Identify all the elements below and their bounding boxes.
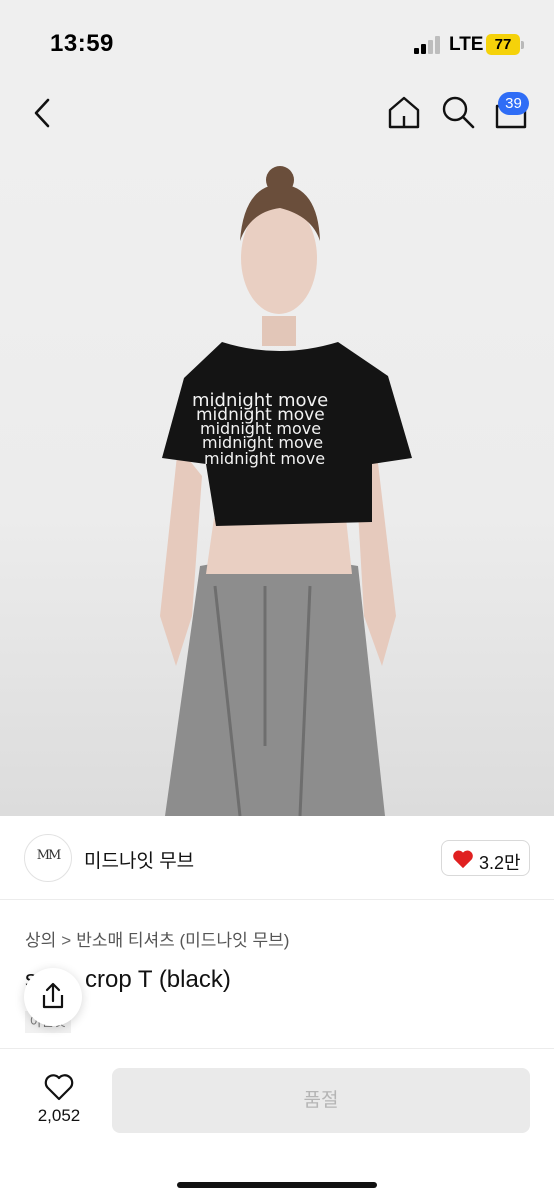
home-indicator bbox=[177, 1182, 377, 1188]
cart-count-badge: 39 bbox=[498, 92, 529, 115]
seller-logo-text: MM bbox=[36, 848, 62, 863]
seller-like-count: 3.2만 bbox=[479, 853, 521, 873]
wishlist-count: 2,052 bbox=[37, 1106, 81, 1125]
print-graphic: midnight move midnight move midnight mov… bbox=[192, 390, 328, 468]
signal-icon bbox=[414, 36, 442, 54]
seller-logo[interactable]: MM bbox=[24, 834, 72, 882]
home-icon bbox=[388, 96, 420, 129]
search-icon bbox=[442, 96, 475, 129]
top-nav bbox=[0, 80, 554, 146]
share-button[interactable] bbox=[24, 968, 82, 1026]
status-bar: 13:59 LTE 77 bbox=[0, 0, 554, 80]
product-title-text: crop T (black) bbox=[85, 966, 231, 993]
trousers-shape bbox=[165, 558, 385, 816]
breadcrumb-separator: > bbox=[61, 931, 72, 950]
breadcrumb-category[interactable]: 상의 bbox=[25, 931, 56, 950]
back-button[interactable] bbox=[28, 96, 56, 130]
network-type: LTE bbox=[449, 34, 484, 55]
status-time: 13:59 bbox=[50, 30, 114, 57]
seller-row[interactable]: MM 미드나잇 무브 3.2만 bbox=[0, 816, 554, 900]
heart-outline-icon bbox=[44, 1074, 74, 1101]
seller-name[interactable]: 미드나잇 무브 bbox=[84, 846, 194, 873]
home-button[interactable] bbox=[386, 94, 422, 130]
model-photo: midnight move midnight move midnight mov… bbox=[160, 166, 412, 816]
seller-like-button[interactable]: 3.2만 bbox=[441, 840, 530, 876]
battery-icon: 77 bbox=[486, 34, 520, 55]
breadcrumb-subcategory[interactable]: 반소매 티셔츠 (미드나잇 무브) bbox=[76, 931, 289, 950]
battery-cap bbox=[521, 41, 524, 49]
svg-text:midnight move: midnight move bbox=[204, 449, 325, 468]
soldout-button[interactable]: 품절 bbox=[112, 1068, 530, 1133]
chevron-left-icon bbox=[34, 98, 50, 128]
search-button[interactable] bbox=[440, 94, 476, 130]
bottom-action-bar: 2,052 품절 bbox=[0, 1048, 554, 1200]
product-image[interactable]: midnight move midnight move midnight mov… bbox=[0, 146, 554, 816]
share-icon bbox=[42, 982, 64, 1009]
heart-filled-icon bbox=[453, 850, 473, 869]
wishlist-button[interactable]: 2,052 bbox=[24, 1067, 94, 1131]
breadcrumb: 상의 > 반소매 티셔츠 (미드나잇 무브) bbox=[25, 926, 289, 951]
